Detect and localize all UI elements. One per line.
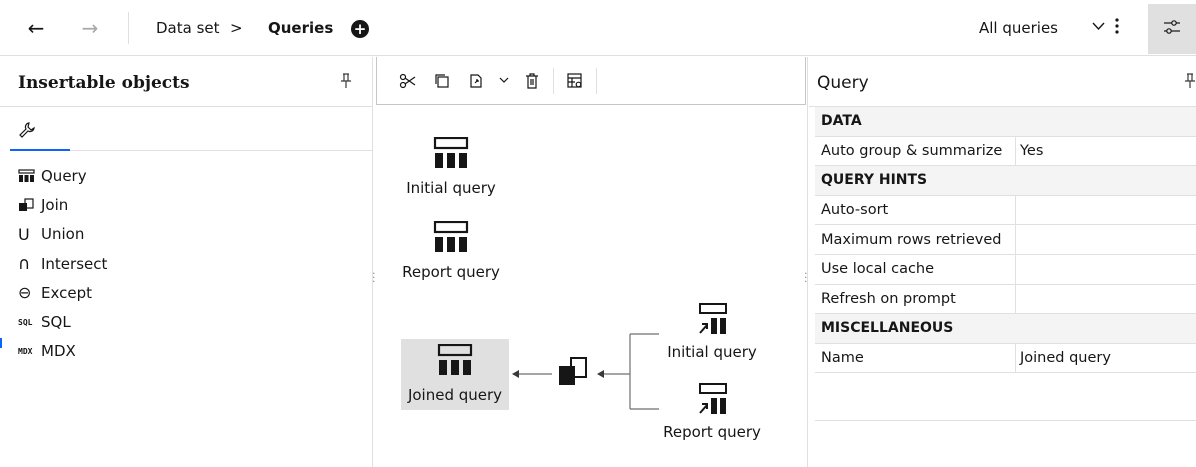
wrench-icon[interactable] xyxy=(18,121,36,143)
query-icon xyxy=(18,169,38,183)
breadcrumb-data-set[interactable]: Data set xyxy=(156,19,220,37)
property-value[interactable]: Joined query xyxy=(1016,350,1111,366)
join-icon xyxy=(18,198,38,212)
breadcrumb-separator: > xyxy=(230,19,243,37)
property-name: Use local cache xyxy=(815,254,1016,284)
join-input-report-query[interactable]: Report query xyxy=(660,383,764,441)
list-item-label: Query xyxy=(41,166,87,185)
divider xyxy=(128,12,129,44)
join-icon[interactable] xyxy=(558,357,588,391)
query-node-label: Initial query xyxy=(406,179,496,197)
canvas-toolbar xyxy=(376,57,806,105)
query-node-label: Initial query xyxy=(667,343,757,361)
section-header-data: DATA xyxy=(815,107,1196,137)
panel-title: Insertable objects xyxy=(18,73,190,93)
insertable-intersect[interactable]: ∩ Intersect xyxy=(18,249,107,278)
join-input-initial-query[interactable]: Initial query xyxy=(660,303,764,361)
insertable-union[interactable]: U Union xyxy=(18,220,107,249)
list-item-label: SQL xyxy=(41,313,71,332)
property-name: Auto group & summarize xyxy=(815,136,1016,166)
property-row[interactable]: Auto group & summarize Yes xyxy=(815,136,1196,167)
add-query-button[interactable]: + xyxy=(351,20,369,38)
properties-panel: Query DATA Auto group & summarize Yes QU… xyxy=(809,57,1196,467)
panel-title: Query xyxy=(817,73,869,93)
top-bar: ← → Data set > Queries + All queries xyxy=(0,0,1196,56)
property-row[interactable]: Maximum rows retrieved xyxy=(815,225,1196,255)
section-header-miscellaneous: MISCELLANEOUS xyxy=(815,314,1196,344)
sql-icon: SQL xyxy=(18,317,33,327)
paste-icon[interactable] xyxy=(459,67,493,95)
query-canvas[interactable]: Initial query Report query Joined query xyxy=(374,57,808,467)
insertable-mdx[interactable]: MDX MDX xyxy=(18,337,107,366)
property-name: Name xyxy=(815,343,1016,373)
query-node-report[interactable]: Report query xyxy=(402,220,500,281)
properties-toggle-button[interactable] xyxy=(1148,4,1196,54)
union-icon: U xyxy=(18,224,30,244)
forward-arrow-icon[interactable]: → xyxy=(76,14,104,42)
list-item-label: Intersect xyxy=(41,254,108,273)
property-value[interactable]: Yes xyxy=(1016,143,1043,159)
list-item-label: Union xyxy=(41,225,85,244)
pin-icon[interactable] xyxy=(340,73,352,93)
tab-active-indicator xyxy=(10,149,70,151)
property-row[interactable]: Use local cache xyxy=(815,254,1196,285)
intersect-icon: ∩ xyxy=(18,253,31,274)
except-icon: ⊖ xyxy=(18,283,32,303)
list-item-label: Join xyxy=(41,195,69,214)
mdx-icon: MDX xyxy=(18,346,33,356)
pin-icon[interactable] xyxy=(1184,73,1196,93)
list-item-label: Except xyxy=(41,283,92,302)
insertable-except[interactable]: ⊖ Except xyxy=(18,278,107,307)
section-header-query-hints: QUERY HINTS xyxy=(815,166,1196,196)
breadcrumb-queries: Queries xyxy=(268,19,334,37)
overflow-menu-icon[interactable] xyxy=(1114,16,1120,41)
property-name: Maximum rows retrieved xyxy=(815,225,1016,254)
properties-table: DATA Auto group & summarize Yes QUERY HI… xyxy=(815,107,1196,422)
query-icon xyxy=(433,136,469,175)
insertable-objects-list: Query Join U Union ∩ Intersect ⊖ Except … xyxy=(18,161,107,366)
property-name: Refresh on prompt xyxy=(815,284,1016,314)
property-row[interactable]: Refresh on prompt xyxy=(815,284,1196,315)
chevron-down-icon[interactable] xyxy=(1092,20,1105,34)
all-queries-dropdown[interactable]: All queries xyxy=(979,19,1058,37)
delete-icon[interactable] xyxy=(515,67,549,95)
insertable-objects-panel: Insertable objects Query Join U Union ∩ … xyxy=(0,57,373,467)
resize-indicator xyxy=(0,338,2,348)
query-node-label: Joined query xyxy=(407,386,503,404)
list-item-label: MDX xyxy=(41,342,76,361)
query-node-joined[interactable]: Joined query xyxy=(401,339,509,410)
query-reference-icon xyxy=(694,303,730,341)
back-arrow-icon[interactable]: ← xyxy=(22,14,50,42)
insertable-query[interactable]: Query xyxy=(18,161,107,190)
query-icon xyxy=(433,220,469,259)
property-row[interactable]: Auto-sort xyxy=(815,195,1196,226)
property-name: Auto-sort xyxy=(815,195,1016,225)
copy-icon[interactable] xyxy=(425,67,459,95)
property-row[interactable]: Name Joined query xyxy=(815,343,1196,374)
cut-icon[interactable] xyxy=(391,67,425,95)
insertable-join[interactable]: Join xyxy=(18,190,107,219)
paste-options-chevron-icon[interactable] xyxy=(493,67,515,95)
query-node-initial[interactable]: Initial query xyxy=(403,136,499,197)
query-icon xyxy=(437,343,473,382)
table-settings-icon[interactable] xyxy=(558,67,592,95)
sliders-icon xyxy=(1163,19,1181,39)
insertable-sql[interactable]: SQL SQL xyxy=(18,307,107,336)
query-node-label: Report query xyxy=(402,263,500,281)
query-node-label: Report query xyxy=(663,423,761,441)
properties-empty-row xyxy=(815,373,1196,422)
query-reference-icon xyxy=(694,383,730,421)
